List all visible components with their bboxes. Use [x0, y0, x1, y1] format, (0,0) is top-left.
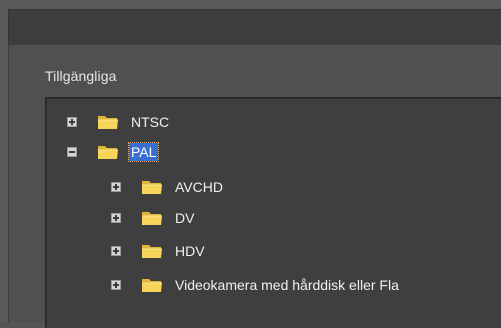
tree-item-label: DV: [175, 210, 195, 226]
tree-item-label: HDV: [175, 243, 205, 259]
folder-icon: [98, 146, 118, 159]
folder-icon: [142, 181, 162, 194]
available-tree[interactable]: NTSC PAL AVCHD DV HDV Videokamera med hå…: [45, 97, 501, 328]
expand-icon[interactable]: [111, 246, 121, 256]
folder-icon: [98, 116, 118, 129]
folder-icon: [142, 279, 162, 292]
tree-item-videokamera[interactable]: Videokamera med hårddisk eller Fla: [111, 274, 401, 296]
tree-item-hdv[interactable]: HDV: [111, 240, 207, 262]
tree-item-avchd[interactable]: AVCHD: [111, 176, 225, 198]
expand-icon[interactable]: [111, 213, 121, 223]
dialog-header: [8, 9, 501, 46]
tree-item-label: AVCHD: [175, 179, 223, 195]
tree-item-label: Videokamera med hårddisk eller Fla: [175, 277, 399, 293]
expand-icon[interactable]: [111, 280, 121, 290]
tree-item-ntsc[interactable]: NTSC: [67, 111, 171, 133]
expand-icon[interactable]: [67, 117, 77, 127]
tree-item-dv[interactable]: DV: [111, 207, 196, 229]
section-label: Tillgängliga: [45, 68, 117, 84]
dialog-window: Tillgängliga NTSC PAL AVCHD DV HDV Video…: [0, 0, 501, 328]
tree-item-label: NTSC: [131, 114, 170, 130]
tree-item-pal[interactable]: PAL: [67, 141, 160, 163]
folder-icon: [142, 245, 162, 258]
collapse-icon[interactable]: [67, 147, 77, 157]
tree-item-label: PAL: [127, 142, 160, 162]
folder-icon: [142, 212, 162, 225]
expand-icon[interactable]: [111, 182, 121, 192]
